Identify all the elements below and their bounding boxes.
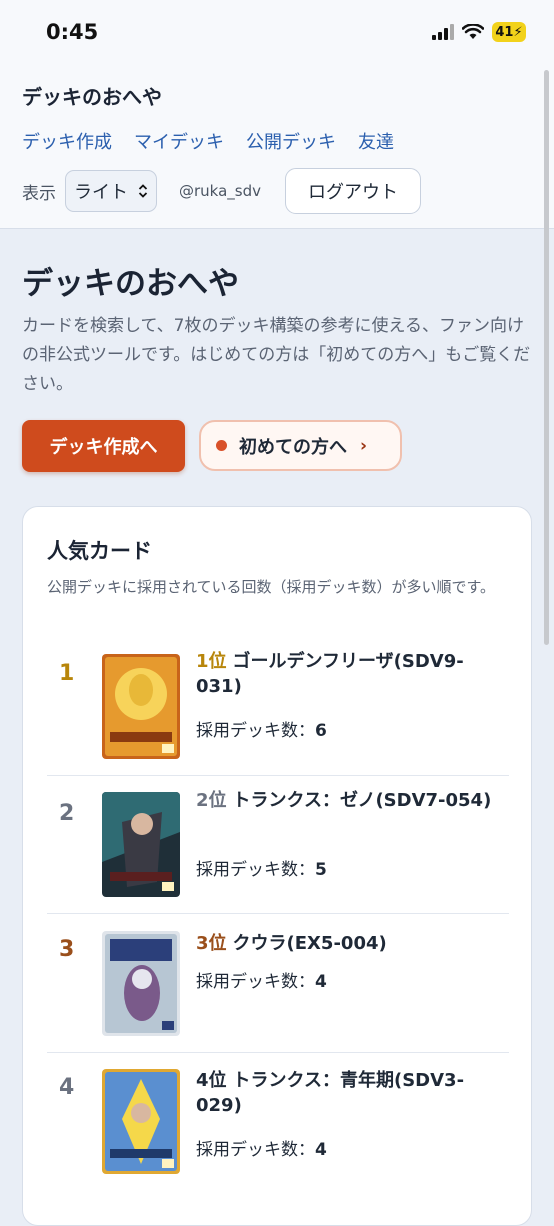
deck-count-value: 6 [315,721,327,741]
list-item[interactable]: 4 4位 トランクス：青年期(SDV3-029) 採用デッキ数：4 [47,1065,509,1195]
list-item[interactable]: 1 1位 ゴールデンフリーザ(SDV9-031) 採用デッキ数：6 [47,647,509,777]
battery-level: 41 [495,24,514,40]
scrollbar[interactable] [544,70,549,645]
deck-count: 採用デッキ数：5 [196,855,327,880]
username: @ruka_sdv [179,182,262,200]
beginners-button[interactable]: 初めての方へ › [199,420,402,471]
nav-my-deck[interactable]: マイデッキ [134,128,224,154]
rank-label: 1位 [196,651,227,672]
list-item[interactable]: 2 2位 トランクス：ゼノ(SDV7-054) 採用デッキ数：5 [47,787,509,917]
popular-cards-panel: 人気カード 公開デッキに採用されている回数（採用デッキ数）が多い順です。 1 1… [22,506,532,1226]
status-bar: 0:45 41 ⚡ [0,0,554,64]
popular-cards-title: 人気カード [47,539,152,563]
logout-button[interactable]: ログアウト [285,168,422,214]
rank-label: 4位 [196,1070,227,1091]
header-controls: 表示 ライト @ruka_sdv ログアウト [22,168,422,214]
card-thumbnail-trunks-xeno[interactable] [102,792,180,897]
theme-select-value: ライト [74,182,128,203]
card-title: ゴールデンフリーザ(SDV9-031) [196,651,464,697]
display-label: 表示 [22,183,56,204]
dot-icon [216,440,227,451]
deck-create-button[interactable]: デッキ作成へ [22,420,185,472]
list-item[interactable]: 3 3位 クウラ(EX5-004) 採用デッキ数：4 [47,925,509,1055]
chevron-right-icon: › [360,435,368,456]
nav-public-deck[interactable]: 公開デッキ [246,128,336,154]
rank-number: 3 [59,937,75,962]
divider [47,913,509,914]
deck-count: 採用デッキ数：6 [196,716,327,741]
theme-select[interactable]: ライト [65,170,157,212]
deck-count-value: 4 [315,972,327,992]
rank-label: 2位 [196,790,227,811]
rank-number: 1 [59,661,75,686]
cellular-signal-icon [432,24,454,40]
card-thumbnail-cooler[interactable] [102,931,180,1036]
battery-icon: 41 ⚡ [492,22,526,42]
site-header: デッキのおへや デッキ作成 マイデッキ 公開デッキ 友達 表示 ライト @ruk… [0,64,554,229]
card-thumbnail-frieza[interactable] [102,654,180,759]
card-name[interactable]: 2位 トランクス：ゼノ(SDV7-054) [196,788,496,813]
deck-count: 採用デッキ数：4 [196,967,327,992]
card-name[interactable]: 3位 クウラ(EX5-004) [196,931,496,956]
deck-count-label: 採用デッキ数： [196,972,315,992]
deck-count-value: 5 [315,860,327,880]
status-time: 0:45 [46,20,99,44]
rank-number: 4 [59,1075,75,1100]
deck-count-value: 4 [315,1140,327,1160]
divider [47,775,509,776]
nav-friends[interactable]: 友達 [358,128,394,154]
rank-label: 3位 [196,933,227,954]
page-title: デッキのおへや [22,266,239,302]
deck-count-label: 採用デッキ数： [196,1140,315,1160]
popular-cards-description: 公開デッキに採用されている回数（採用デッキ数）が多い順です。 [47,578,496,596]
wifi-icon [462,24,484,39]
page-description: カードを検索して、7枚のデッキ構築の参考に使える、ファン向けの非公式ツールです。… [22,316,531,394]
nav-deck-create[interactable]: デッキ作成 [22,128,112,154]
site-title[interactable]: デッキのおへや [22,81,162,110]
card-name[interactable]: 4位 トランクス：青年期(SDV3-029) [196,1068,496,1118]
deck-count-label: 採用デッキ数： [196,721,315,741]
deck-count-label: 採用デッキ数： [196,860,315,880]
card-title: トランクス：ゼノ(SDV7-054) [232,790,492,811]
main-nav: デッキ作成 マイデッキ 公開デッキ 友達 [22,128,394,154]
card-name[interactable]: 1位 ゴールデンフリーザ(SDV9-031) [196,649,496,699]
card-title: クウラ(EX5-004) [232,933,387,954]
card-thumbnail-trunks-youth[interactable] [102,1069,180,1174]
divider [47,1052,509,1053]
rank-number: 2 [59,801,75,826]
chevron-updown-icon [138,184,148,198]
status-icons: 41 ⚡ [432,22,526,42]
card-title: トランクス：青年期(SDV3-029) [196,1070,465,1116]
deck-count: 採用デッキ数：4 [196,1135,327,1160]
beginners-button-label: 初めての方へ [239,436,347,458]
